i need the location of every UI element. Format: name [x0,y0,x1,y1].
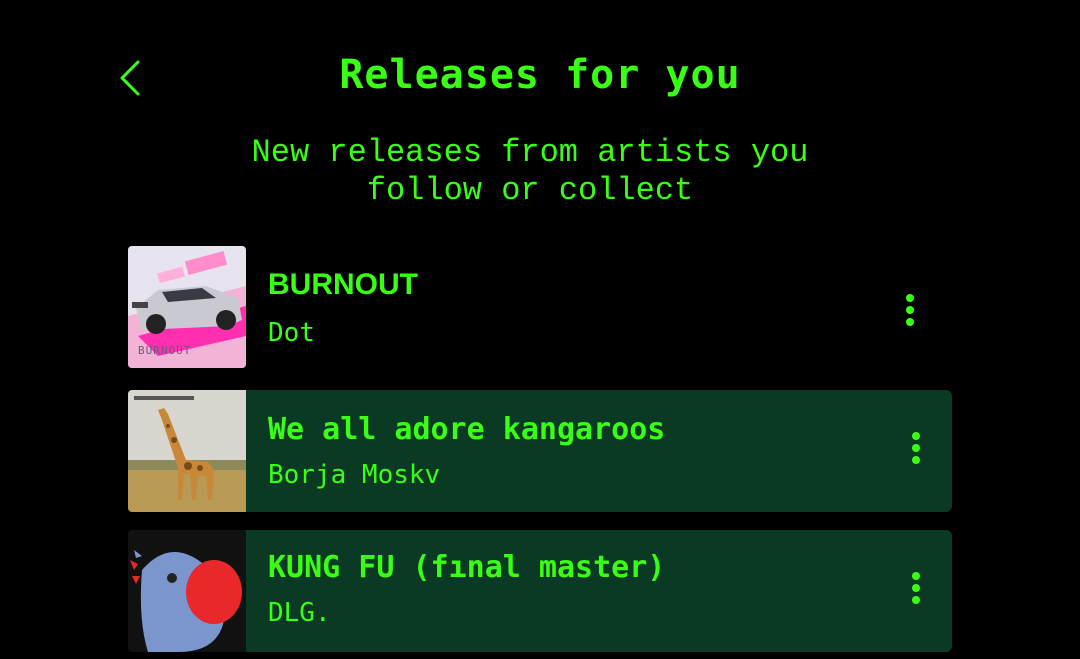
release-item-burnout[interactable]: BURNOUT BURNOUT Dot [128,246,952,368]
car-cover-art[interactable]: BURNOUT [128,246,246,368]
giraffe-cover-art[interactable] [128,390,246,512]
release-item-kung-fu[interactable]: KUNG FU (fınal master) DLG. [128,530,952,652]
bird-cover-art[interactable] [128,530,246,652]
more-options-button[interactable] [904,430,928,470]
more-options-button[interactable] [904,570,928,610]
more-vertical-icon [912,432,920,464]
page-subtitle: New releases from artists you follow or … [251,134,809,209]
release-title: BURNOUT [268,268,418,301]
release-artist[interactable]: DLG. [268,598,331,628]
release-title: KUNG FU (fınal master) [268,550,666,585]
release-artist[interactable]: Borja Moskv [268,460,440,490]
page-title: Releases for you [339,52,741,98]
release-artist[interactable]: Dot [268,318,315,348]
more-vertical-icon [912,572,920,604]
cover-label: BURNOUT [138,344,192,357]
more-options-button[interactable] [898,292,922,332]
release-title: We all adore kangaroos [268,412,666,447]
more-vertical-icon [906,294,914,326]
header: Releases for you [0,0,1080,120]
release-item-kangaroos[interactable]: We all adore kangaroos Borja Moskv [128,390,952,512]
